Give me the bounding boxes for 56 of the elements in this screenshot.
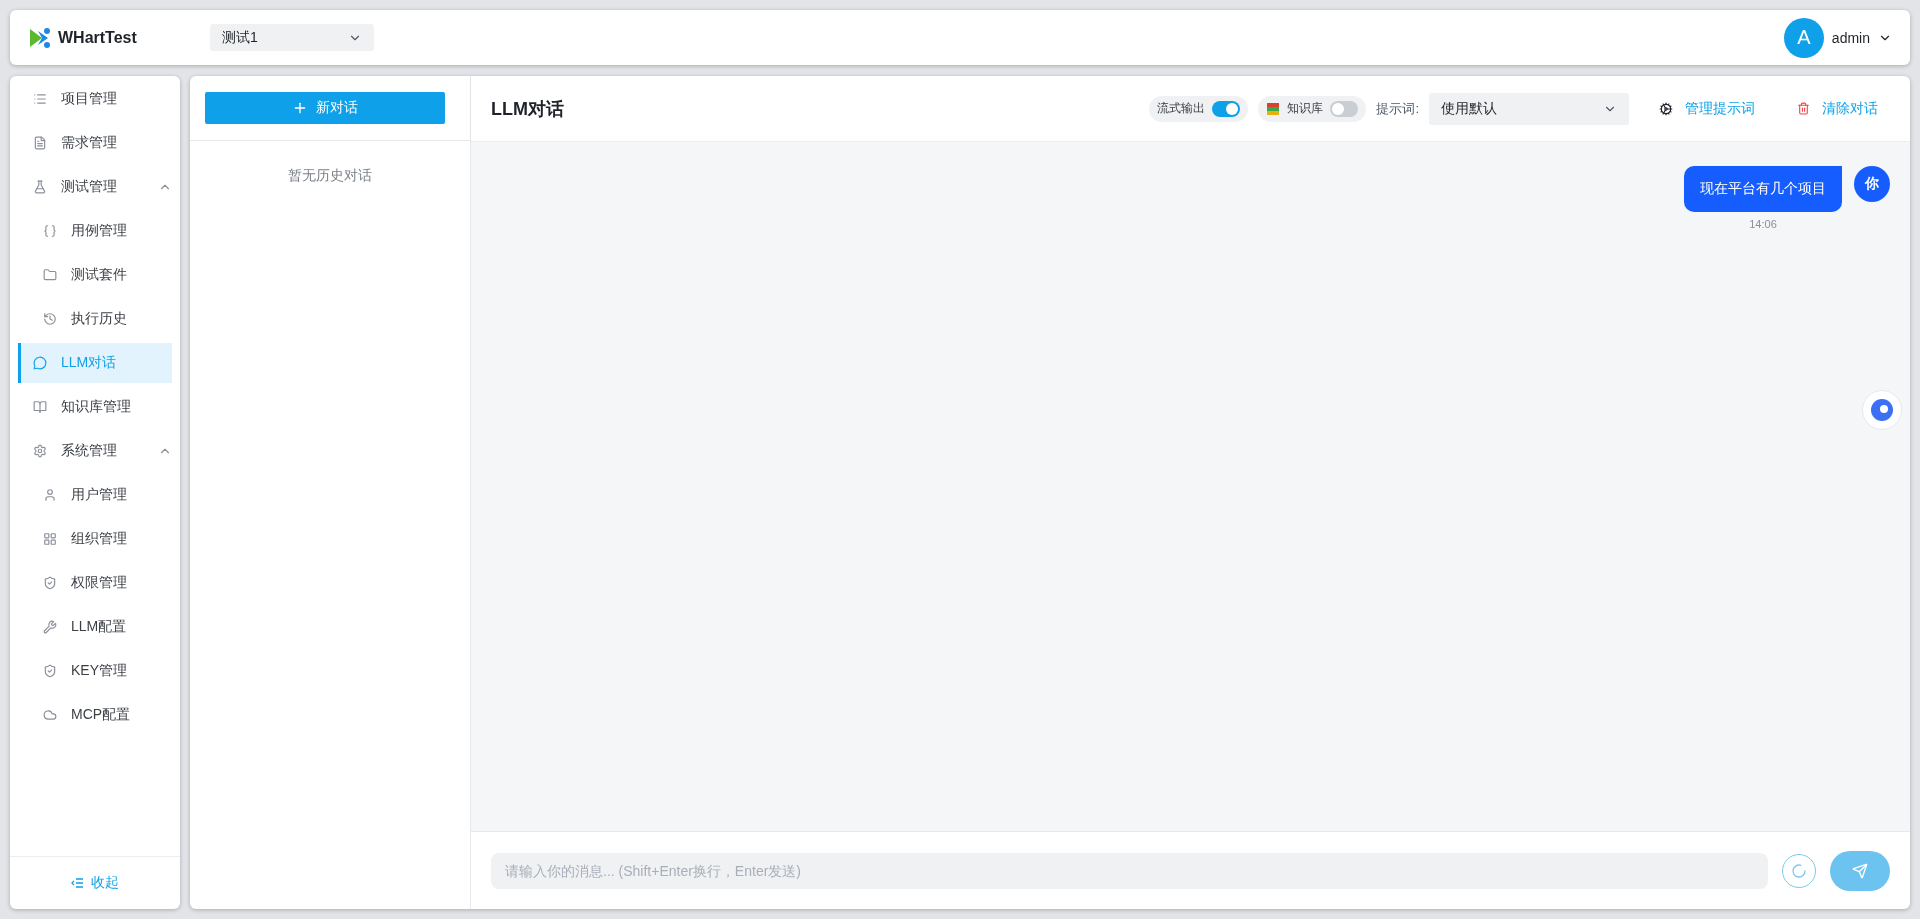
- wrench-icon: [43, 620, 57, 634]
- switch[interactable]: [1212, 100, 1241, 117]
- sidebar-item[interactable]: 权限管理: [18, 563, 172, 603]
- list-icon: [33, 92, 47, 106]
- books-icon: [1266, 101, 1281, 116]
- sidebar-item[interactable]: 用户管理: [18, 475, 172, 515]
- grid-icon: [43, 532, 57, 546]
- sidebar-item[interactable]: 执行历史: [18, 299, 172, 339]
- project-select[interactable]: 测试1: [210, 24, 374, 51]
- stream-output-toggle[interactable]: 流式输出: [1149, 95, 1249, 122]
- empty-history-text: 暂无历史对话: [287, 167, 373, 185]
- message-input[interactable]: 请输入你的消息... (Shift+Enter换行，Enter发送): [491, 852, 1768, 889]
- send-icon: [1852, 862, 1868, 879]
- shield-icon: [43, 576, 57, 590]
- message-bubble: 现在平台有几个项目: [1684, 166, 1842, 212]
- prompt-select[interactable]: 使用默认: [1429, 92, 1629, 125]
- sidebar-item[interactable]: MCP配置: [18, 695, 172, 735]
- gear-icon: [1659, 101, 1673, 116]
- sidebar-item[interactable]: 测试管理: [18, 167, 172, 207]
- prompt-label: 提示词:: [1376, 99, 1419, 118]
- sidebar-item[interactable]: 知识库管理: [18, 387, 172, 427]
- chat-icon: [33, 356, 47, 370]
- indent-icon: [71, 877, 83, 889]
- sidebar-item[interactable]: 项目管理: [18, 79, 172, 119]
- switch[interactable]: [1330, 100, 1359, 117]
- user-icon: [43, 488, 57, 502]
- flask-icon: [33, 180, 47, 194]
- user-name[interactable]: admin: [1831, 29, 1870, 46]
- trash-icon: [1797, 102, 1810, 115]
- gear-icon: [33, 444, 47, 458]
- folder-icon: [43, 268, 57, 282]
- sidebar-item[interactable]: 用例管理: [18, 211, 172, 251]
- cloud-icon: [43, 708, 57, 722]
- shield-icon: [43, 664, 57, 678]
- sidebar-item[interactable]: KEY管理: [18, 651, 172, 691]
- sidebar-item[interactable]: 需求管理: [18, 123, 172, 163]
- sidebar-item[interactable]: LLM配置: [18, 607, 172, 647]
- book-icon: [33, 400, 47, 414]
- assistant-icon: [1870, 398, 1894, 422]
- history-icon: [43, 312, 57, 326]
- round-button[interactable]: [1782, 853, 1816, 888]
- app-name: WHartTest: [58, 28, 137, 47]
- sidebar-item[interactable]: 系统管理: [18, 431, 172, 471]
- document-icon: [33, 136, 47, 150]
- floating-assistant-button[interactable]: [1862, 390, 1902, 430]
- sidebar-item[interactable]: 组织管理: [18, 519, 172, 559]
- logo-icon: [30, 26, 50, 49]
- braces-icon: [43, 224, 57, 238]
- spinner-icon: [1791, 862, 1807, 879]
- chat-title: LLM对话: [491, 97, 565, 121]
- send-button[interactable]: [1830, 850, 1890, 891]
- sender-avatar: 你: [1854, 166, 1890, 202]
- plus-icon: [292, 100, 308, 116]
- knowledge-base-toggle[interactable]: 知识库: [1258, 95, 1367, 122]
- sidebar-item[interactable]: 测试套件: [18, 255, 172, 295]
- message-time: 14:06: [1749, 218, 1777, 230]
